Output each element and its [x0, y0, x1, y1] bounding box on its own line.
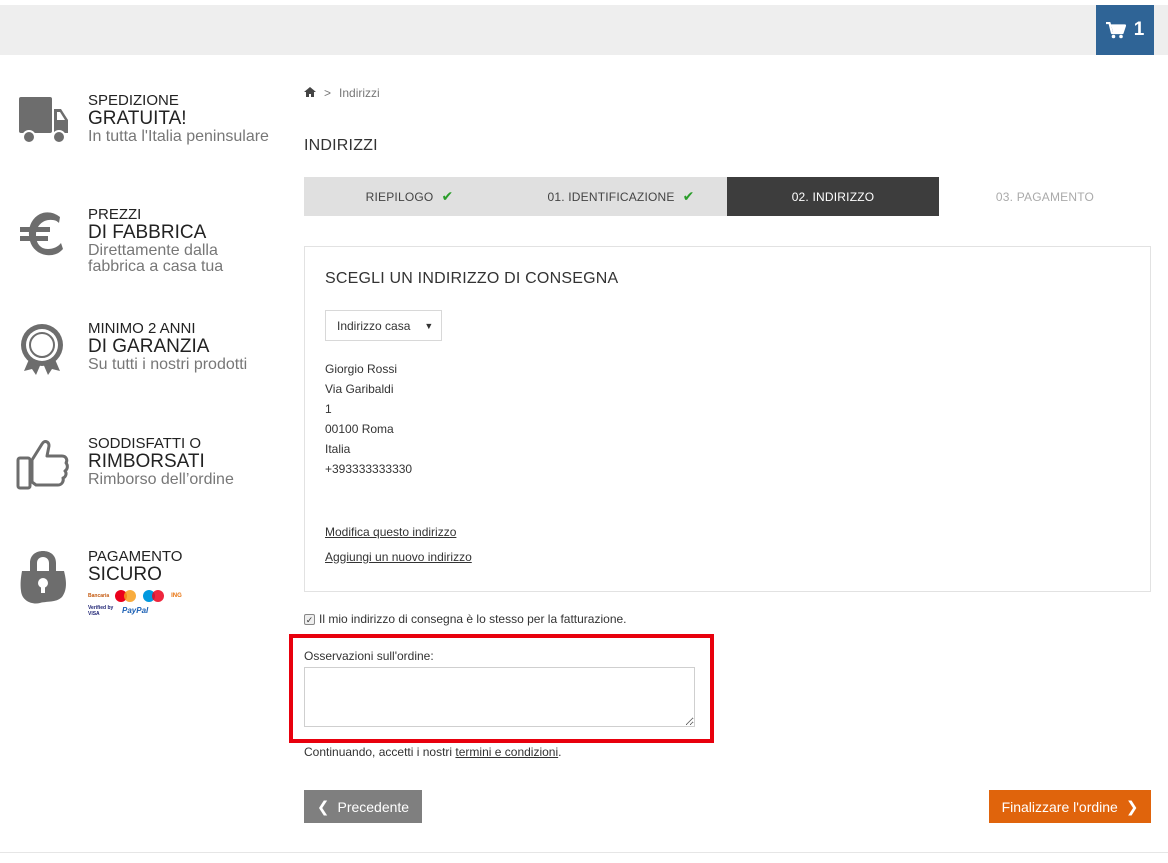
- step-label: 03. PAGAMENTO: [995, 189, 1095, 204]
- feature-line3: Rimborso dell’ordine: [88, 471, 234, 488]
- billing-same-row: ✓ Il mio indirizzo di consegna è lo stes…: [304, 612, 627, 626]
- bancaria-logo: Bancaria: [88, 592, 110, 599]
- panel-title: SCEGLI UN INDIRIZZO DI CONSEGNA: [325, 270, 619, 287]
- address-select-value: Indirizzo casa: [337, 318, 411, 333]
- billing-same-checkbox[interactable]: ✓: [304, 613, 315, 625]
- feature-line3: Su tutti i nostri prodotti: [88, 356, 248, 373]
- feature-factory-prices: PREZZI DI FABBRICA Direttamente dalla fa…: [16, 207, 286, 287]
- address-number: 1: [325, 402, 332, 416]
- address-details: Giorgio Rossi Via Garibaldi 1 00100 Roma…: [325, 359, 412, 479]
- cart-icon: [1105, 21, 1126, 39]
- home-icon[interactable]: [304, 86, 316, 100]
- euro-icon: [16, 207, 72, 267]
- address-select[interactable]: Indirizzo casa ▼: [325, 310, 442, 341]
- feature-secure-payment: PAGAMENTO SICURO Bancaria ING Verified b…: [16, 549, 286, 619]
- edit-address-link[interactable]: Modifica questo indirizzo: [325, 525, 456, 539]
- step-label: 01. IDENTIFICAZIONE: [547, 189, 675, 204]
- address-name: Giorgio Rossi: [325, 362, 398, 376]
- terms-link[interactable]: termini e condizioni: [455, 745, 558, 759]
- terms-suffix: .: [558, 745, 562, 759]
- feature-line3: In tutta l'Italia peninsulare: [88, 128, 269, 145]
- delivery-address-panel: SCEGLI UN INDIRIZZO DI CONSEGNA Indirizz…: [304, 246, 1151, 592]
- feature-satisfaction: SODDISFATTI O RIMBORSATI Rimborso dell’o…: [16, 436, 286, 496]
- order-notes-label: Osservazioni sull'ordine:: [304, 649, 434, 663]
- padlock-icon: [16, 549, 72, 609]
- maestro-logo: [143, 590, 165, 602]
- feature-line2: DI FABBRICA: [88, 222, 207, 243]
- step-payment: 03. PAGAMENTO: [939, 177, 1151, 216]
- feature-line3: Direttamente dalla fabbrica a casa tua: [88, 242, 224, 275]
- check-icon: ✔: [682, 188, 695, 204]
- checkout-steps: RIEPILOGO ✔ 01. IDENTIFICAZIONE ✔ 02. IN…: [304, 177, 1151, 216]
- address-street: Via Garibaldi: [325, 382, 394, 396]
- feature-line1: SODDISFATTI O: [88, 435, 202, 452]
- payment-logos: Bancaria ING Verified by VISA PayPal: [88, 590, 198, 617]
- order-notes-textarea[interactable]: [304, 667, 695, 727]
- feature-line1: PREZZI: [88, 206, 142, 223]
- step-summary[interactable]: RIEPILOGO ✔: [304, 177, 515, 216]
- breadcrumb-separator: >: [324, 86, 332, 100]
- ing-logo: ING: [171, 593, 182, 599]
- feature-warranty: MINIMO 2 ANNI DI GARANZIA Su tutti i nos…: [16, 321, 286, 381]
- breadcrumb: > Indirizzi: [304, 86, 380, 100]
- award-ribbon-icon: [16, 321, 72, 381]
- mastercard-logo: [115, 590, 137, 602]
- terms-text: Continuando, accetti i nostri termini e …: [304, 745, 561, 759]
- breadcrumb-current: Indirizzi: [339, 86, 380, 100]
- feature-free-shipping: SPEDIZIONE GRATUITA! In tutta l'Italia p…: [16, 93, 286, 153]
- step-label: RIEPILOGO: [365, 189, 434, 204]
- finalize-order-label: Finalizzare l'ordine: [1001, 798, 1118, 815]
- chevron-left-icon: ❮: [316, 798, 330, 816]
- cart-button[interactable]: 1: [1096, 5, 1154, 55]
- page-title: INDIRIZZI: [304, 137, 378, 154]
- address-country: Italia: [325, 442, 351, 456]
- thumbs-up-icon: [16, 436, 72, 496]
- add-address-link[interactable]: Aggiungi un nuovo indirizzo: [325, 550, 472, 564]
- truck-icon: [16, 93, 72, 153]
- verified-by-visa-logo: Verified by VISA: [88, 605, 114, 617]
- check-icon: ✔: [441, 188, 454, 204]
- billing-same-label: Il mio indirizzo di consegna è lo stesso…: [319, 612, 627, 626]
- feature-line2: GRATUITA!: [88, 108, 187, 129]
- previous-button-label: Precedente: [337, 798, 410, 815]
- cart-count: 1: [1133, 19, 1145, 40]
- terms-prefix: Continuando, accetti i nostri: [304, 745, 456, 759]
- feature-line2: RIMBORSATI: [88, 451, 205, 472]
- step-identification[interactable]: 01. IDENTIFICAZIONE ✔: [515, 177, 727, 216]
- previous-button[interactable]: ❮ Precedente: [304, 790, 422, 823]
- feature-line1: PAGAMENTO: [88, 548, 183, 565]
- finalize-order-button[interactable]: Finalizzare l'ordine ❯: [989, 790, 1151, 823]
- address-city: 00100 Roma: [325, 422, 394, 436]
- feature-line1: MINIMO 2 ANNI: [88, 320, 196, 337]
- chevron-right-icon: ❯: [1125, 798, 1139, 816]
- address-phone: +393333333330: [325, 462, 413, 476]
- step-label: 02. INDIRIZZO: [791, 189, 875, 204]
- feature-line1: SPEDIZIONE: [88, 92, 179, 109]
- dropdown-arrow-icon: ▼: [424, 320, 434, 331]
- feature-line2: DI GARANZIA: [88, 336, 210, 357]
- step-address[interactable]: 02. INDIRIZZO: [727, 177, 939, 216]
- top-bar: [0, 5, 1168, 55]
- feature-line2: SICURO: [88, 564, 162, 585]
- paypal-logo: PayPal: [122, 606, 149, 615]
- footer-divider: [0, 852, 1168, 853]
